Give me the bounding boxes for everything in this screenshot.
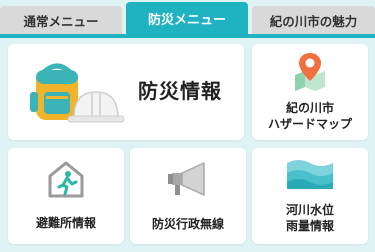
bousai-info-button[interactable]: 防災情報	[8, 44, 244, 140]
menu-tabs: 通常メニュー 防災メニュー 紀の川市の魅力	[0, 0, 375, 34]
hazard-map-label: 紀の川市 ハザードマップ	[267, 101, 352, 131]
bousai-info-label: 防災情報	[138, 79, 222, 103]
tab-underline	[0, 34, 375, 38]
water-wave-icon	[285, 157, 335, 195]
shelter-info-button[interactable]: 避難所情報	[8, 148, 124, 244]
tab-city-appeal[interactable]: 紀の川市の魅力	[252, 6, 375, 34]
map-pin-icon	[293, 51, 327, 95]
tab-normal-menu[interactable]: 通常メニュー	[0, 6, 122, 34]
river-rain-info-label: 河川水位 雨量情報	[285, 203, 334, 233]
tab-bousai-menu[interactable]: 防災メニュー	[126, 2, 248, 34]
hazard-map-button[interactable]: 紀の川市 ハザードマップ	[252, 44, 368, 140]
megaphone-icon	[166, 159, 210, 203]
backpack-helmet-icon	[26, 62, 126, 126]
disaster-radio-button[interactable]: 防災行政無線	[130, 148, 246, 244]
disaster-radio-label: 防災行政無線	[151, 217, 224, 232]
river-rain-info-button[interactable]: 河川水位 雨量情報	[252, 148, 368, 244]
evacuation-shelter-icon	[46, 160, 86, 202]
shelter-info-label: 避難所情報	[35, 216, 96, 231]
